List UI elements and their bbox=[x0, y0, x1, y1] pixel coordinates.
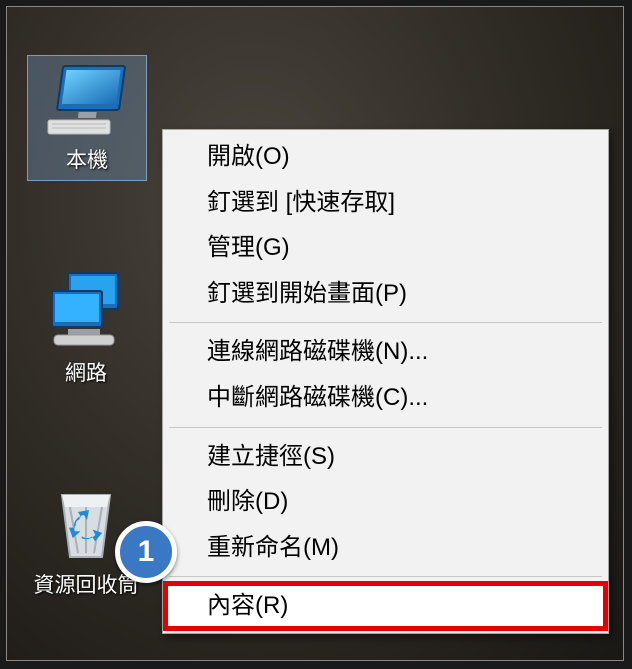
menu-item[interactable]: 管理(G) bbox=[165, 225, 606, 271]
desktop-icon-label: 本機 bbox=[28, 144, 146, 174]
menu-separator bbox=[169, 576, 602, 577]
menu-separator bbox=[169, 322, 602, 323]
menu-separator bbox=[169, 427, 602, 428]
menu-item[interactable]: 釘選到開始畫面(P) bbox=[165, 271, 606, 317]
desktop-icon-label: 網路 bbox=[27, 357, 145, 387]
annotation-step-1-label: 1 bbox=[138, 535, 155, 569]
desktop-area: 本機 網路 bbox=[6, 6, 624, 661]
desktop-icon-this-pc[interactable]: 本機 bbox=[27, 55, 147, 181]
menu-item[interactable]: 中斷網路磁碟機(C)... bbox=[165, 375, 606, 421]
desktop-icon-network[interactable]: 網路 bbox=[27, 269, 145, 387]
menu-item[interactable]: 釘選到 [快速存取] bbox=[165, 180, 606, 226]
context-menu: 開啟(O)釘選到 [快速存取]管理(G)釘選到開始畫面(P) 連線網路磁碟機(N)… bbox=[162, 129, 609, 634]
computer-icon bbox=[28, 60, 146, 140]
menu-item[interactable]: 建立捷徑(S) bbox=[165, 434, 606, 480]
annotation-step-1: 1 bbox=[115, 521, 177, 583]
network-icon bbox=[27, 269, 145, 353]
menu-item[interactable]: 內容(R) bbox=[165, 583, 606, 629]
menu-item[interactable]: 連線網路磁碟機(N)... bbox=[165, 329, 606, 375]
menu-item[interactable]: 刪除(D) bbox=[165, 479, 606, 525]
menu-item[interactable]: 重新命名(M) bbox=[165, 525, 606, 571]
menu-item[interactable]: 開啟(O) bbox=[165, 134, 606, 180]
